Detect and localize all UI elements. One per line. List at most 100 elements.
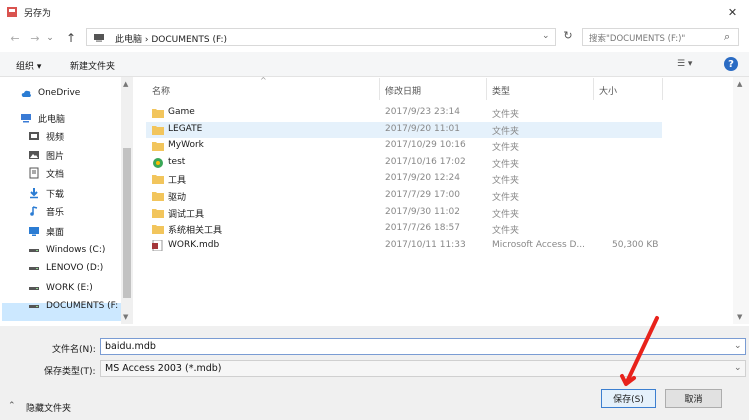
sidebar-item[interactable]: 下载: [0, 184, 120, 202]
file-row[interactable]: 驱动 2017/7/29 17:00 文件夹: [146, 188, 662, 204]
file-row[interactable]: LEGATE 2017/9/20 11:01 文件夹: [146, 122, 662, 138]
folder-icon: [152, 107, 164, 118]
search-icon: ⌕: [724, 30, 731, 43]
scroll-down-icon[interactable]: ▼: [737, 313, 742, 321]
file-type: 文件夹: [492, 110, 520, 120]
folder-icon: [152, 124, 164, 135]
file-date: 2017/7/26 18:57: [385, 223, 460, 233]
column-separator[interactable]: [662, 78, 663, 100]
filename-value[interactable]: baidu.mdb: [105, 341, 156, 352]
up-arrow-icon: ↑: [65, 31, 77, 45]
file-size: 50,300 KB: [612, 240, 659, 250]
sidebar-item[interactable]: 桌面: [0, 222, 120, 240]
up-button[interactable]: ↑: [62, 29, 80, 47]
file-row[interactable]: WORK.mdb 2017/10/11 11:33 Microsoft Access…: [146, 238, 662, 254]
sidebar-item[interactable]: 图片: [0, 146, 120, 164]
column-separator[interactable]: [379, 78, 380, 100]
file-row[interactable]: 工具 2017/9/20 12:24 文件夹: [146, 171, 662, 187]
sidebar-item-label: 此电脑: [38, 114, 66, 125]
file-name: test: [168, 157, 186, 167]
sidebar-item[interactable]: 音乐: [0, 202, 120, 220]
drive-icon: [28, 262, 40, 274]
file-name: MyWork: [168, 140, 204, 150]
save-dialog-icon: [7, 7, 17, 17]
drive-icon: [28, 244, 40, 256]
file-date: 2017/7/29 17:00: [385, 190, 460, 200]
file-row[interactable]: test 2017/10/16 17:02 文件夹: [146, 155, 662, 171]
back-arrow-icon: ←: [10, 31, 20, 45]
file-row[interactable]: MyWork 2017/10/29 10:16 文件夹: [146, 138, 662, 154]
column-header-size[interactable]: 大小: [599, 84, 617, 97]
refresh-icon[interactable]: ↻: [559, 29, 577, 42]
hide-folders-toggle[interactable]: 隐藏文件夹: [26, 401, 71, 414]
scroll-up-icon[interactable]: ▲: [737, 80, 742, 88]
close-icon: ✕: [727, 5, 738, 19]
folder-icon: [152, 207, 164, 218]
column-header-name[interactable]: 名称: [152, 84, 170, 97]
save-button[interactable]: 保存(S): [601, 389, 656, 408]
file-type: 文件夹: [492, 176, 520, 186]
file-row[interactable]: 系统相关工具 2017/7/26 18:57 文件夹: [146, 221, 662, 237]
file-type: 文件夹: [492, 210, 520, 220]
address-dropdown-icon[interactable]: ⌄: [542, 31, 550, 41]
close-button[interactable]: ✕: [716, 0, 749, 24]
search-input[interactable]: 搜索"DOCUMENTS (F:)" ⌕: [582, 28, 739, 46]
file-name: Game: [168, 107, 195, 117]
file-list-scrollbar[interactable]: [733, 77, 749, 324]
view-options-button[interactable]: ☰ ▾: [677, 59, 692, 69]
address-path[interactable]: 此电脑 › DOCUMENTS (F:): [115, 32, 227, 45]
recent-locations-button[interactable]: ⌄: [44, 29, 56, 47]
sidebar-item[interactable]: Windows (C:): [0, 241, 120, 259]
file-type: 文件夹: [492, 193, 520, 203]
sidebar-item[interactable]: OneDrive: [0, 84, 120, 102]
music-icon: [28, 205, 40, 217]
search-placeholder: 搜索"DOCUMENTS (F:)": [589, 34, 686, 44]
sidebar-item[interactable]: WORK (E:): [0, 279, 120, 297]
download-icon: [28, 187, 40, 199]
chevron-down-icon[interactable]: ⌄: [734, 341, 742, 351]
sidebar-item-label: 音乐: [46, 207, 65, 218]
cloud-icon: [20, 87, 32, 99]
filename-field[interactable]: baidu.mdb ⌄: [100, 338, 746, 355]
column-separator[interactable]: [593, 78, 594, 100]
scroll-down-icon[interactable]: ▼: [123, 313, 128, 321]
sidebar-item[interactable]: 文档: [0, 164, 120, 182]
file-name: LEGATE: [168, 124, 203, 134]
sidebar-item-label: 桌面: [46, 227, 65, 238]
column-header-type[interactable]: 类型: [492, 84, 510, 97]
sidebar-item[interactable]: DOCUMENTS (F:: [0, 297, 120, 315]
sidebar-item-label: 视频: [46, 132, 65, 143]
file-date: 2017/9/30 11:02: [385, 207, 460, 217]
document-icon: [28, 167, 40, 179]
organize-button[interactable]: 组织 ▾: [16, 59, 41, 72]
scroll-up-icon[interactable]: ▲: [123, 80, 128, 88]
file-date: 2017/10/11 11:33: [385, 240, 466, 250]
drive-icon: [28, 300, 40, 312]
chevron-down-icon[interactable]: ⌄: [734, 363, 742, 373]
help-icon[interactable]: ?: [724, 57, 738, 71]
navigation-scrollbar-thumb[interactable]: [123, 148, 131, 298]
picture-icon: [28, 149, 40, 161]
filename-label: 文件名(N):: [52, 345, 96, 355]
file-row[interactable]: Game 2017/9/23 23:14 文件夹: [146, 105, 662, 121]
file-row[interactable]: 调试工具 2017/9/30 11:02 文件夹: [146, 205, 662, 221]
new-folder-button[interactable]: 新建文件夹: [70, 59, 115, 72]
filetype-select[interactable]: MS Access 2003 (*.mdb) ⌄: [100, 360, 746, 377]
cancel-button[interactable]: 取消: [665, 389, 722, 408]
file-date: 2017/9/23 23:14: [385, 107, 460, 117]
sidebar-item[interactable]: 视频: [0, 127, 120, 145]
sidebar-item-label: DOCUMENTS (F:: [46, 301, 119, 311]
sidebar-item[interactable]: LENOVO (D:): [0, 259, 120, 277]
title-bar: [0, 0, 749, 24]
column-header-date[interactable]: 修改日期: [385, 84, 421, 97]
folder-icon: [152, 173, 164, 184]
filetype-value[interactable]: MS Access 2003 (*.mdb): [105, 363, 221, 374]
column-separator[interactable]: [486, 78, 487, 100]
sidebar-item-label: OneDrive: [38, 88, 81, 98]
address-bar[interactable]: 此电脑 › DOCUMENTS (F:) ⌄: [86, 28, 556, 46]
back-button[interactable]: ←: [6, 29, 24, 47]
sidebar-item-label: 下载: [46, 189, 65, 200]
sidebar-item[interactable]: 此电脑: [0, 109, 120, 127]
collapse-icon[interactable]: ⌃: [8, 401, 16, 411]
forward-button[interactable]: →: [26, 29, 44, 47]
